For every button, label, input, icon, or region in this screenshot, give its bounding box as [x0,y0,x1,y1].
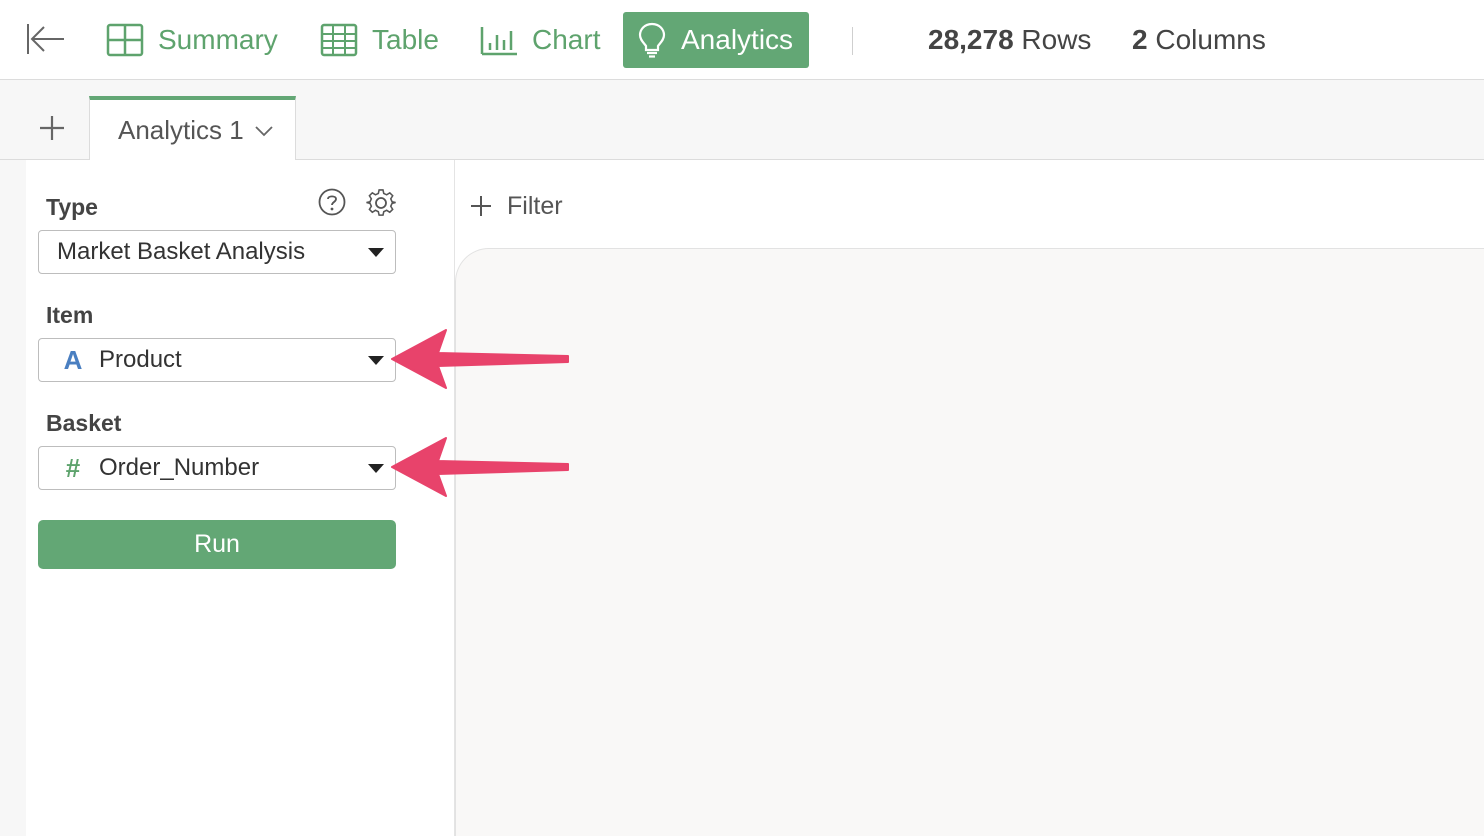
results-canvas [455,248,1484,836]
dropdown-caret-icon [368,464,384,473]
top-toolbar: Summary Table Chart Analytics 28,278 Row… [0,0,1484,80]
analytics-main-area: Filter [454,160,1484,836]
tab-analytics[interactable]: Analytics [623,12,809,68]
tab-analytics-label: Analytics [681,24,794,55]
add-filter-button[interactable]: Filter [469,190,563,222]
type-select[interactable]: Market Basket Analysis [38,230,396,274]
columns-label: Columns [1155,24,1266,55]
analytics-tabstrip: Analytics 1 [0,80,1484,161]
analytics-tab-label: Analytics 1 [118,115,244,145]
filter-label: Filter [507,191,563,220]
summary-grid-icon [106,23,144,57]
rows-number: 28,278 [928,24,1014,55]
question-circle-icon [318,188,346,216]
annotation-arrow-item [391,329,569,389]
chevron-down-icon[interactable] [254,125,274,137]
tab-analytics-1[interactable]: Analytics 1 [89,96,296,161]
item-label: Item [46,302,94,328]
settings-button[interactable] [366,188,396,218]
tab-summary-label: Summary [158,24,278,55]
annotation-arrow-basket [391,437,569,497]
item-select[interactable]: A Product [38,338,396,382]
tab-table[interactable]: Table [308,12,451,68]
plus-icon [471,196,491,216]
text-type-icon: A [63,344,83,375]
dropdown-caret-icon [368,356,384,365]
tab-summary[interactable]: Summary [94,12,290,68]
type-label: Type [46,194,98,220]
gear-icon [366,189,396,216]
add-tab-button[interactable] [38,114,66,142]
type-select-value: Market Basket Analysis [57,238,306,265]
left-gutter [0,160,26,836]
rows-label: Rows [1021,24,1092,55]
lightbulb-icon [638,22,666,58]
rows-count: 28,278 Rows [928,24,1091,56]
basket-select-value: Order_Number [99,454,260,481]
collapse-sidebar-button[interactable] [24,22,66,56]
table-icon [320,23,358,57]
plus-icon [40,116,64,140]
basket-select[interactable]: # Order_Number [38,446,396,490]
help-button[interactable] [318,188,346,216]
tab-chart[interactable]: Chart [468,12,612,68]
columns-number: 2 [1132,24,1148,55]
columns-count: 2 Columns [1132,24,1266,56]
tab-chart-label: Chart [532,24,601,55]
tab-table-label: Table [372,24,439,55]
dropdown-caret-icon [368,248,384,257]
basket-label: Basket [46,410,122,436]
item-select-value: Product [99,346,182,373]
collapse-left-icon [27,24,64,54]
toolbar-divider [852,27,853,55]
run-button[interactable]: Run [38,520,396,569]
numeric-type-icon: # [65,452,81,483]
bar-chart-icon [480,27,517,56]
